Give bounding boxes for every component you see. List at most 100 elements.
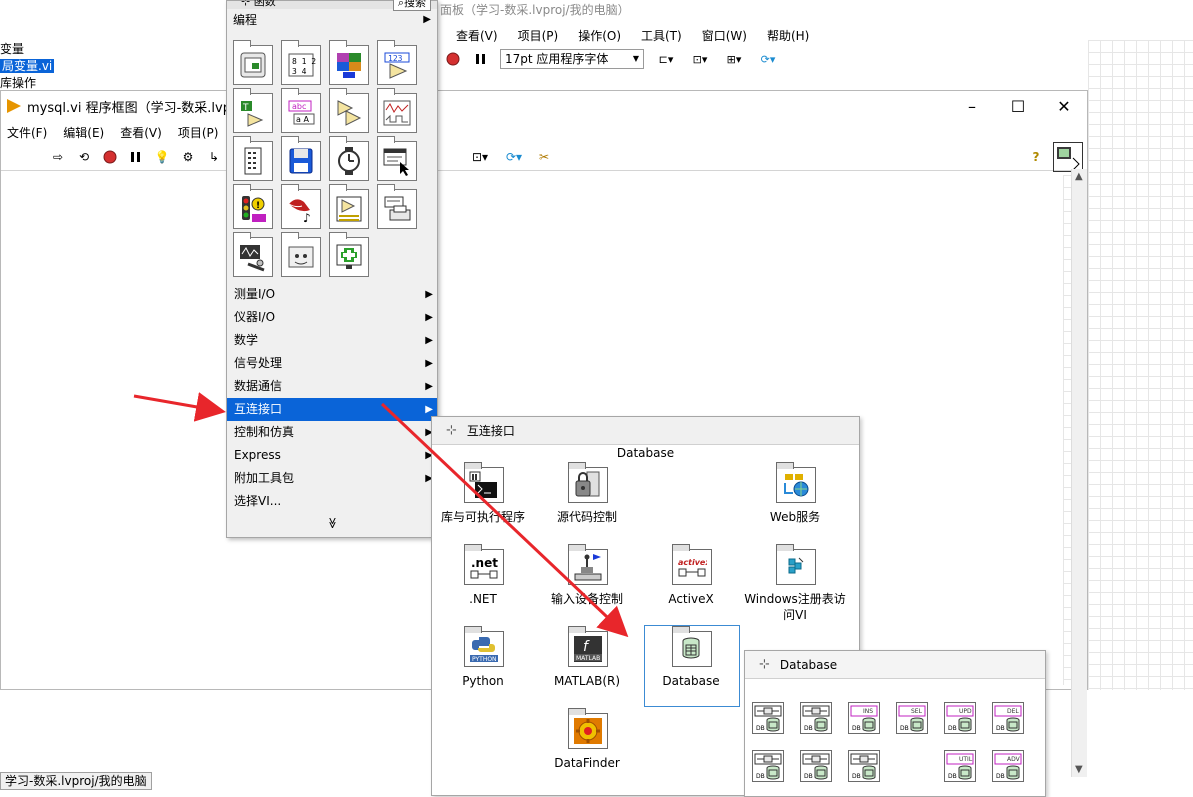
close-button[interactable]: ✕	[1041, 91, 1087, 121]
file-io-icon[interactable]	[281, 136, 321, 181]
pin-icon[interactable]: ⊹	[759, 657, 770, 672]
graphics-sound-icon[interactable]: ♪	[281, 184, 321, 229]
reorder-icon[interactable]: ⟳▾	[501, 148, 527, 166]
retain-wire-values-icon[interactable]: ⚙	[179, 148, 197, 166]
maximize-button[interactable]: ☐	[995, 91, 1041, 121]
abort-icon[interactable]	[444, 50, 462, 68]
category-control-simulation[interactable]: 控制和仿真 ▶	[227, 421, 437, 444]
align-icon[interactable]: ⊏▾	[654, 50, 678, 68]
category-instrument-io[interactable]: 仪器I/O ▶	[227, 306, 437, 329]
timing-icon[interactable]	[329, 136, 369, 181]
expand-more-icon[interactable]: ≫	[322, 513, 342, 533]
project-item[interactable]: 变量	[0, 40, 24, 57]
chevron-right-icon: ▶	[425, 358, 433, 369]
synchronization-error-icon[interactable]: !	[233, 184, 273, 229]
fp-menu-view[interactable]: 查看(V)	[456, 27, 498, 44]
db-open-connection-icon[interactable]: DB	[752, 702, 784, 734]
resize-icon[interactable]: ⊞▾	[722, 50, 746, 68]
svg-text:DB: DB	[996, 725, 1005, 732]
python-icon[interactable]: PYTHON	[464, 626, 504, 667]
db-delete-icon[interactable]: DEL DB	[992, 702, 1024, 734]
cleanup-diagram-icon[interactable]: ✂	[535, 148, 553, 166]
abort-icon[interactable]	[101, 148, 119, 166]
numeric-icon[interactable]: 123	[377, 40, 417, 85]
category-data-communication[interactable]: 数据通信 ▶	[227, 375, 437, 398]
string-icon[interactable]: abc a A	[281, 88, 321, 133]
bd-menu-view[interactable]: 查看(V)	[120, 124, 162, 141]
scroll-down-icon[interactable]: ▼	[1075, 764, 1083, 775]
category-select-vi[interactable]: 选择VI...	[227, 490, 437, 513]
db-table-icon[interactable]: DB	[800, 750, 832, 782]
category-express[interactable]: Express ▶	[227, 444, 437, 467]
reorder-icon[interactable]: ⟳▾	[756, 50, 780, 68]
highlight-execution-icon[interactable]: 💡	[153, 148, 171, 166]
distribute-icon[interactable]: ⊡▾	[688, 50, 712, 68]
distribute-icon[interactable]: ⊡▾	[467, 148, 493, 166]
vi-icon-pane[interactable]	[1053, 141, 1083, 172]
cluster-icon[interactable]	[329, 40, 369, 85]
bd-menu-file[interactable]: 文件(F)	[7, 124, 47, 141]
category-signal-processing[interactable]: 信号处理 ▶	[227, 352, 437, 375]
fp-menu-window[interactable]: 窗口(W)	[702, 27, 747, 44]
database-icon[interactable]	[672, 626, 712, 667]
timing-waveform-icon[interactable]	[377, 88, 417, 133]
matlab-text: MATLAB	[576, 655, 600, 662]
application-control-icon[interactable]	[233, 136, 273, 181]
pin-icon[interactable]: ⊹	[446, 423, 457, 438]
input-device-icon[interactable]	[568, 544, 608, 585]
pause-icon[interactable]	[472, 50, 490, 68]
bd-menu-project[interactable]: 项目(P)	[178, 124, 219, 141]
category-mathematics[interactable]: 数学 ▶	[227, 329, 437, 352]
vi-server-icon[interactable]	[281, 232, 321, 277]
datafinder-label: DataFinder	[554, 756, 620, 770]
step-into-icon[interactable]: ↳	[205, 148, 223, 166]
project-item-selected[interactable]: 局变量.vi	[0, 57, 55, 74]
web-services-icon[interactable]	[776, 462, 816, 503]
context-help-icon[interactable]: ?	[1027, 148, 1045, 166]
project-item[interactable]: 库操作	[0, 74, 36, 91]
scroll-up-icon[interactable]: ▲	[1075, 171, 1083, 182]
db-close-connection-icon[interactable]: DB	[800, 702, 832, 734]
fp-menu-project[interactable]: 项目(P)	[518, 27, 559, 44]
dialog-ui-icon[interactable]	[377, 136, 417, 181]
db-select-icon[interactable]: SEL DB	[896, 702, 928, 734]
fp-menu-tools[interactable]: 工具(T)	[641, 27, 682, 44]
category-measurement-io[interactable]: 测量I/O ▶	[227, 283, 437, 306]
palette-category-programming[interactable]: 编程 ▶	[231, 10, 435, 30]
fp-menu-help[interactable]: 帮助(H)	[767, 27, 809, 44]
svg-text:SEL: SEL	[911, 708, 923, 715]
boolean-icon[interactable]: T	[233, 88, 273, 133]
library-exec-icon[interactable]	[464, 462, 504, 503]
structures-icon[interactable]	[233, 40, 273, 85]
fp-menu-operate[interactable]: 操作(O)	[578, 27, 621, 44]
printing-icon[interactable]	[377, 184, 417, 229]
dotnet-icon[interactable]: .net	[464, 544, 504, 585]
vertical-scrollbar[interactable]: ▲ ▼	[1071, 169, 1087, 777]
category-connectivity[interactable]: 互连接口 ▶	[227, 398, 437, 421]
run-icon[interactable]: ⇨	[49, 148, 67, 166]
run-continuous-icon[interactable]: ⟲	[75, 148, 93, 166]
db-insert-icon[interactable]: INS DB	[848, 702, 880, 734]
category-addons[interactable]: 附加工具包 ▶	[227, 467, 437, 490]
pause-icon[interactable]	[127, 148, 145, 166]
matlab-icon[interactable]: f MATLAB	[568, 626, 608, 667]
bd-menu-edit[interactable]: 编辑(E)	[63, 124, 104, 141]
db-sql-query-icon[interactable]: DB	[752, 750, 784, 782]
datafinder-icon[interactable]	[568, 708, 608, 749]
report-generation-icon[interactable]	[329, 184, 369, 229]
minimize-button[interactable]: –	[949, 91, 995, 121]
db-utility-icon[interactable]: UTIL DB	[944, 750, 976, 782]
project-status-tab[interactable]: 学习-数采.lvproj/我的电脑	[0, 772, 152, 790]
registry-icon[interactable]	[776, 544, 816, 585]
activex-icon[interactable]: activex	[672, 544, 712, 585]
add-functions-icon[interactable]	[329, 232, 369, 277]
pin-icon[interactable]: ⊹	[241, 0, 250, 8]
source-control-icon[interactable]	[568, 462, 608, 503]
db-advanced-icon[interactable]: ADV DB	[992, 750, 1024, 782]
db-command-icon[interactable]: DB	[848, 750, 880, 782]
waveform-measure-icon[interactable]	[233, 232, 273, 277]
font-select[interactable]: 17pt 应用程序字体	[500, 49, 644, 69]
comparison-icon[interactable]	[329, 88, 369, 133]
db-update-icon[interactable]: UPD DB	[944, 702, 976, 734]
array-icon[interactable]: 8 1 23 4	[281, 40, 321, 85]
